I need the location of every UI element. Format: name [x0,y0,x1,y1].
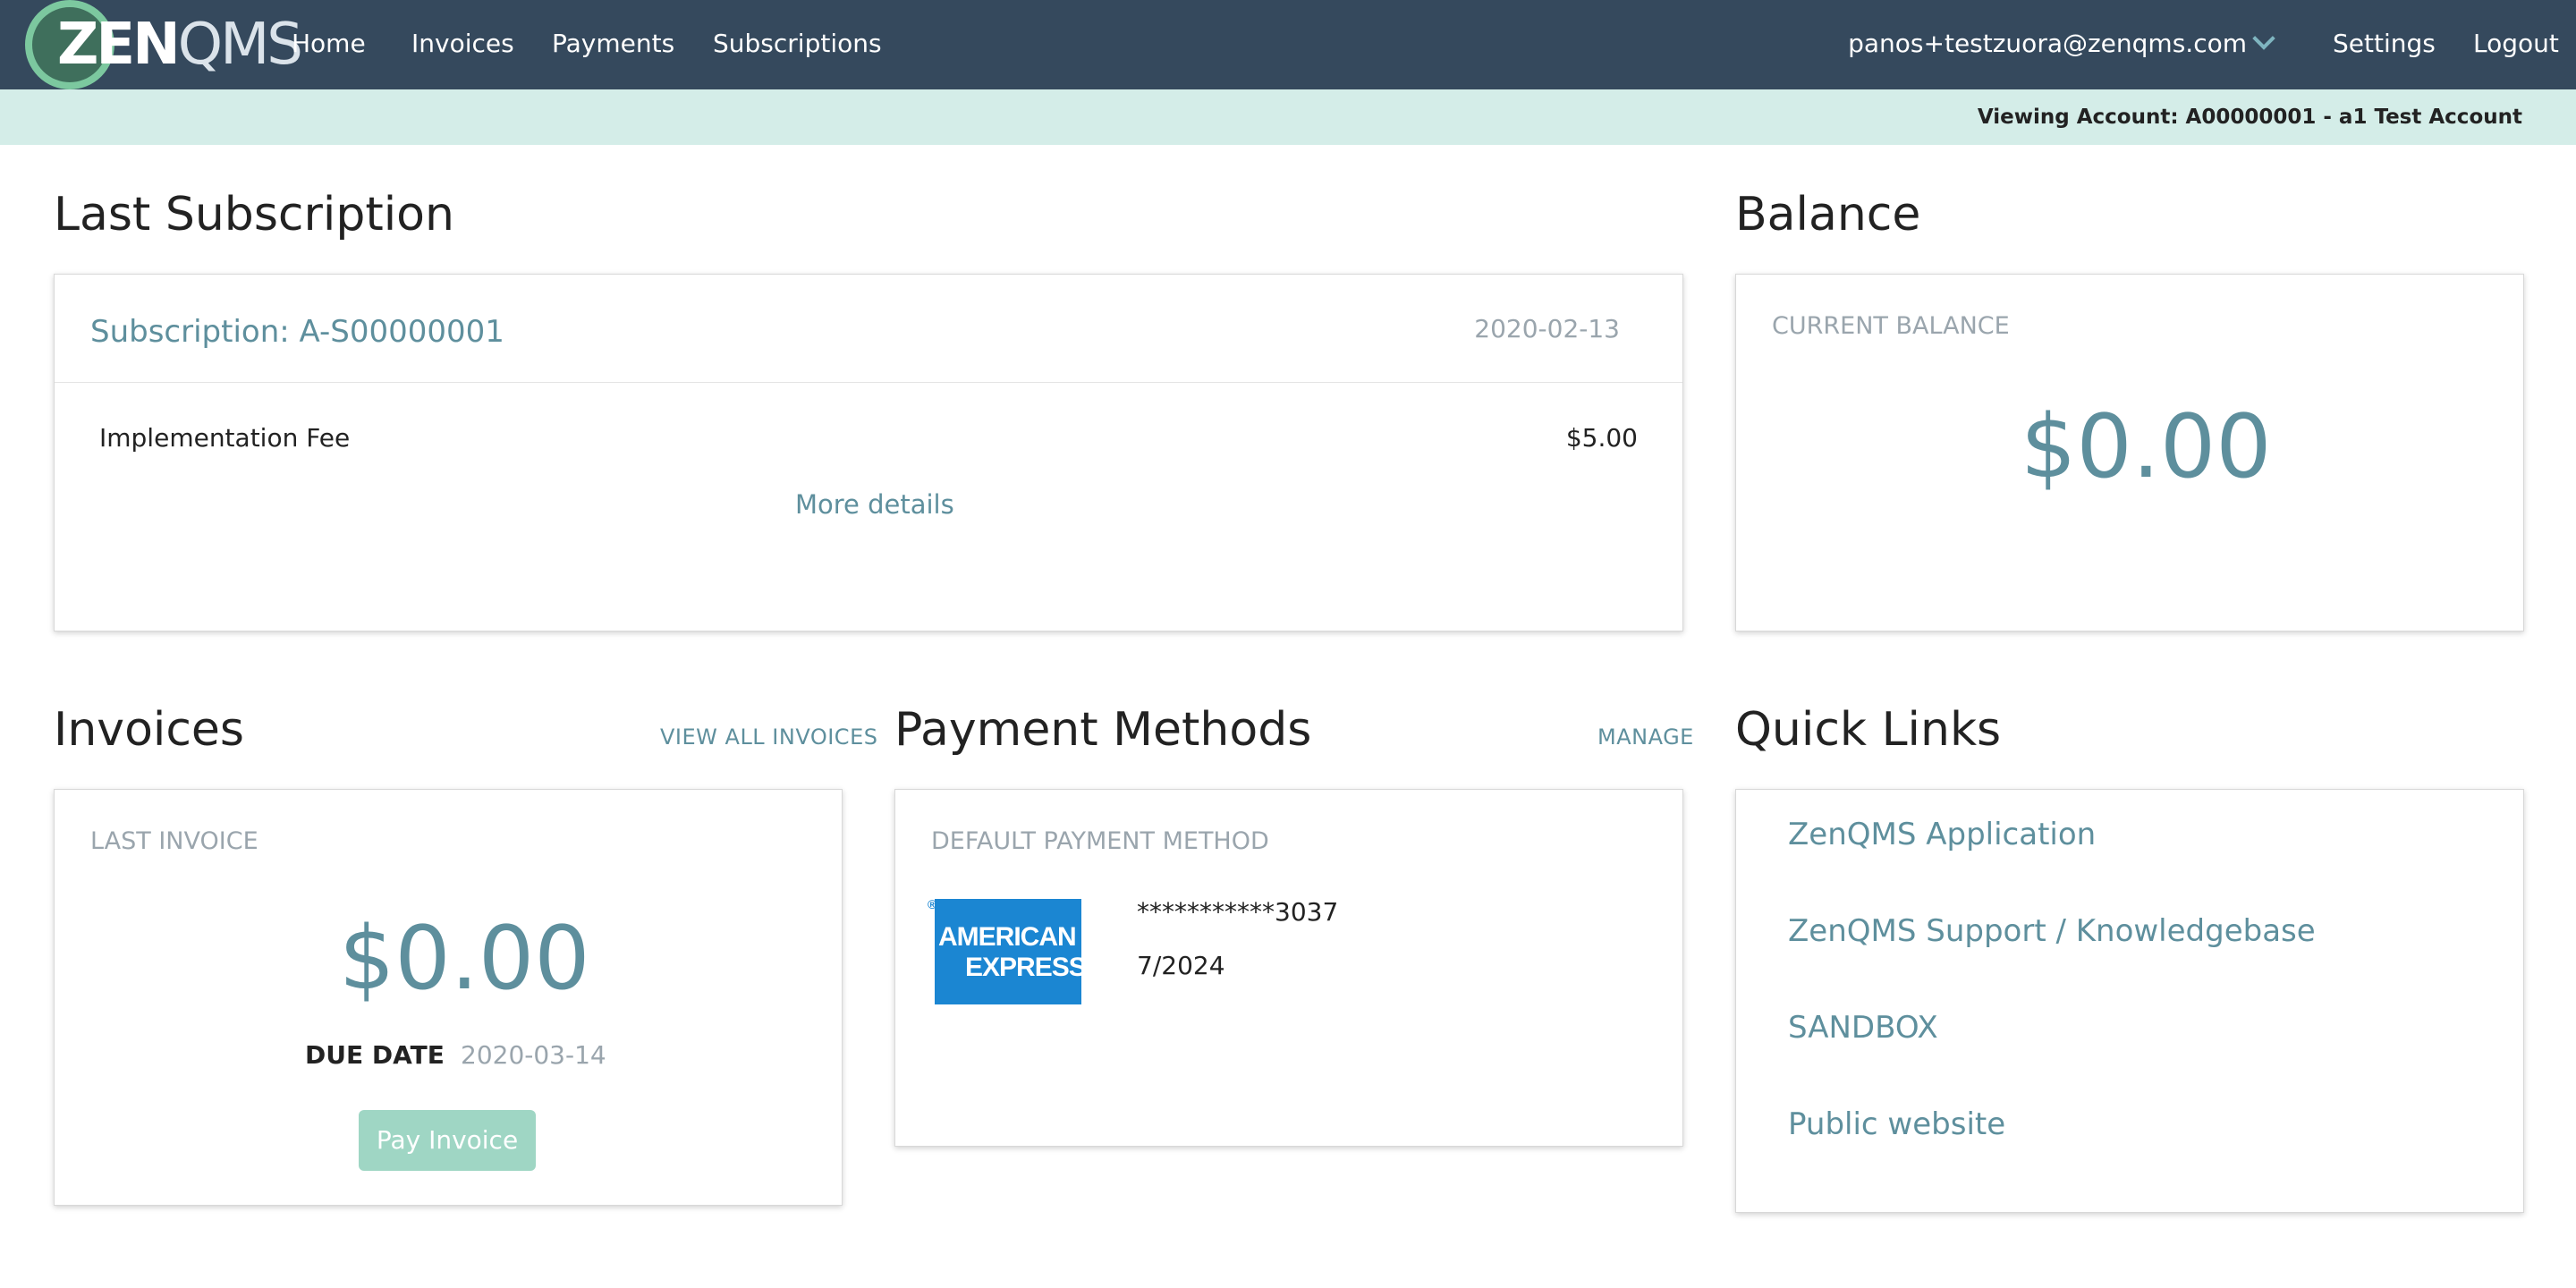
view-all-invoices-link[interactable]: VIEW ALL INVOICES [660,724,877,750]
current-balance-amount: $0.00 [2021,396,2272,498]
zenqms-logo[interactable]: ZENQMS [25,0,303,89]
quick-links-card: ZenQMS Application ZenQMS Support / Know… [1735,789,2524,1213]
nav-invoices-link[interactable]: Invoices [411,29,514,58]
quick-links-heading: Quick Links [1735,703,2002,757]
balance-card: CURRENT BALANCE $0.00 [1735,274,2524,631]
amex-line2: EXPRESS [965,953,1087,982]
logo-text-qms: QMS [177,12,303,78]
payment-methods-heading: Payment Methods [894,703,1312,757]
current-balance-label: CURRENT BALANCE [1772,312,2010,340]
subscription-title[interactable]: Subscription: A-S00000001 [90,314,504,350]
card-divider [55,382,1682,383]
account-bar: Viewing Account: A00000001 - a1 Test Acc… [0,89,2576,145]
invoices-heading: Invoices [54,703,245,757]
default-payment-method-label: DEFAULT PAYMENT METHOD [931,827,1269,855]
balance-heading: Balance [1735,188,1921,242]
nav-logout-link[interactable]: Logout [2473,29,2559,58]
logo-text-zen: ZEN [57,12,181,78]
viewing-account-text: Viewing Account: A00000001 - a1 Test Acc… [1977,106,2522,129]
subscription-date: 2020-02-13 [1474,314,1620,343]
user-menu-dropdown[interactable]: panos+testzuora@zenqms.com [1848,27,2275,58]
registered-mark: ® [928,897,937,911]
payment-method-card: DEFAULT PAYMENT METHOD ® AMERICAN EXPRES… [894,789,1683,1147]
last-invoice-amount: $0.00 [339,908,590,1010]
amex-line1: AMERICAN [938,922,1077,952]
due-date-label: DUE DATE [305,1040,445,1070]
nav-settings-link[interactable]: Settings [2333,29,2436,58]
user-email: panos+testzuora@zenqms.com [1848,29,2247,58]
card-number: ***********3037 [1137,897,1339,927]
nav-home-link[interactable]: Home [292,29,366,58]
manage-payment-methods-link[interactable]: MANAGE [1597,724,1694,750]
due-date-value: 2020-03-14 [461,1040,606,1070]
top-navbar: ZENQMS Home Invoices Payments Subscripti… [0,0,2576,89]
chevron-down-icon [2252,27,2275,50]
line-item-name: Implementation Fee [99,423,351,453]
card-expiry: 7/2024 [1137,951,1225,980]
invoice-card: LAST INVOICE $0.00 DUE DATE 2020-03-14 P… [54,789,843,1206]
nav-subscriptions-link[interactable]: Subscriptions [713,29,882,58]
quick-link-public-website[interactable]: Public website [1788,1106,2005,1142]
last-subscription-heading: Last Subscription [54,188,454,242]
nav-payments-link[interactable]: Payments [552,29,674,58]
quick-link-support-knowledgebase[interactable]: ZenQMS Support / Knowledgebase [1788,913,2316,949]
subscription-card: Subscription: A-S00000001 2020-02-13 Imp… [54,274,1683,631]
line-item-amount: $5.00 [1565,423,1638,453]
quick-link-zenqms-application[interactable]: ZenQMS Application [1788,817,2096,852]
amex-card-logo: ® AMERICAN EXPRESS [928,897,1087,1004]
more-details-link[interactable]: More details [795,489,954,520]
last-invoice-label: LAST INVOICE [90,827,258,855]
pay-invoice-button[interactable]: Pay Invoice [359,1110,536,1171]
quick-link-sandbox[interactable]: SANDBOX [1788,1010,1938,1046]
